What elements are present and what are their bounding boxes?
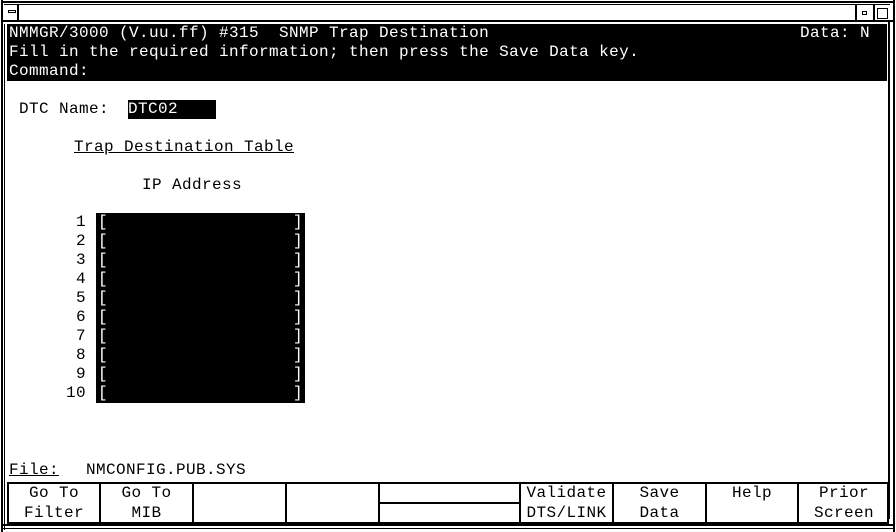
field-bracket-right: ] <box>292 213 303 231</box>
function-key-f5-button[interactable] <box>378 482 519 525</box>
window-border <box>1 0 3 532</box>
window-border <box>4 4 890 5</box>
function-key-f4-button[interactable] <box>285 482 378 525</box>
ip-address-field[interactable]: [] <box>96 270 305 289</box>
function-key-prior-screen-button[interactable]: Prior Screen <box>797 482 889 525</box>
field-bracket-right: ] <box>292 346 303 364</box>
field-bracket-right: ] <box>292 289 303 307</box>
field-bracket-left: [ <box>98 251 109 269</box>
field-bracket-right: ] <box>292 251 303 269</box>
field-bracket-left: [ <box>98 289 109 307</box>
row-number: 4 <box>75 270 86 288</box>
ip-address-field[interactable]: [] <box>96 384 305 403</box>
function-key-divider <box>380 502 519 504</box>
function-key-help-button[interactable]: Help <box>705 482 797 525</box>
field-bracket-left: [ <box>98 213 109 231</box>
ip-address-field[interactable]: [] <box>96 365 305 384</box>
table-title: Trap Destination Table <box>74 138 295 156</box>
function-key-label-line1: Prior <box>818 484 869 502</box>
window-border <box>1 1 894 3</box>
row-number: 5 <box>75 289 86 307</box>
row-number: 9 <box>75 365 86 383</box>
function-key-label-line2: DTS/LINK <box>526 504 607 522</box>
field-bracket-right: ] <box>292 327 303 345</box>
field-bracket-left: [ <box>98 384 109 402</box>
function-key-validate-dts-link-button[interactable]: Validate DTS/LINK <box>519 482 612 525</box>
function-key-label-line1: Go To <box>28 484 79 502</box>
function-key-go-to-filter-button[interactable]: Go To Filter <box>7 482 99 525</box>
instruction-message: Fill in the required information; then p… <box>9 43 640 61</box>
file-value: NMCONFIG.PUB.SYS <box>86 461 247 479</box>
row-number: 6 <box>75 308 86 326</box>
row-number: 8 <box>75 346 86 364</box>
window-border <box>893 0 895 532</box>
row-number: 3 <box>75 251 86 269</box>
minimize-icon <box>862 11 867 15</box>
field-bracket-left: [ <box>98 232 109 250</box>
row-number: 10 <box>65 384 86 402</box>
file-label: File: <box>9 461 60 479</box>
field-bracket-right: ] <box>292 384 303 402</box>
system-menu-icon <box>8 10 16 13</box>
window-border <box>888 22 890 519</box>
ip-address-field[interactable]: [] <box>96 308 305 327</box>
function-key-go-to-mib-button[interactable]: Go To MIB <box>99 482 192 525</box>
maximize-icon <box>877 8 888 19</box>
function-key-label-line2: MIB <box>131 504 162 522</box>
row-number: 2 <box>75 232 86 250</box>
title-bar-divider <box>1 20 894 22</box>
function-key-label-line1: Save <box>639 484 680 502</box>
field-bracket-left: [ <box>98 308 109 326</box>
dtc-name-field[interactable]: DTC02 <box>128 100 216 119</box>
field-bracket-right: ] <box>292 365 303 383</box>
ip-address-field[interactable]: [] <box>96 289 305 308</box>
function-key-label-line2: Filter <box>23 504 84 522</box>
window-border <box>1 528 894 529</box>
function-key-label-line1: Validate <box>526 484 607 502</box>
function-key-label-line1: Go To <box>121 484 172 502</box>
function-key-save-data-button[interactable]: Save Data <box>612 482 705 525</box>
field-bracket-right: ] <box>292 232 303 250</box>
column-header-ip-address: IP Address <box>142 176 243 194</box>
field-bracket-left: [ <box>98 365 109 383</box>
ip-address-field[interactable]: [] <box>96 346 305 365</box>
function-key-bar-edge <box>887 482 889 525</box>
ip-address-field[interactable]: [] <box>96 213 305 232</box>
function-key-label-line2: Screen <box>813 504 874 522</box>
field-bracket-right: ] <box>292 308 303 326</box>
row-number: 1 <box>75 213 86 231</box>
field-bracket-right: ] <box>292 270 303 288</box>
field-bracket-left: [ <box>98 327 109 345</box>
screen-title: NMMGR/3000 (V.uu.ff) #315 SNMP Trap Dest… <box>9 24 490 42</box>
row-number: 7 <box>75 327 86 345</box>
function-key-label-line2: Data <box>639 504 680 522</box>
window-border <box>4 24 5 530</box>
command-label: Command: <box>9 62 90 80</box>
field-bracket-left: [ <box>98 346 109 364</box>
data-flag: Data: N <box>800 24 871 42</box>
function-key-label-line1: Help <box>731 484 772 502</box>
ip-address-field[interactable]: [] <box>96 251 305 270</box>
function-key-f3-button[interactable] <box>192 482 285 525</box>
dtc-name-label: DTC Name: <box>19 100 110 118</box>
ip-address-field[interactable]: [] <box>96 327 305 346</box>
field-bracket-left: [ <box>98 270 109 288</box>
ip-address-field[interactable]: [] <box>96 232 305 251</box>
